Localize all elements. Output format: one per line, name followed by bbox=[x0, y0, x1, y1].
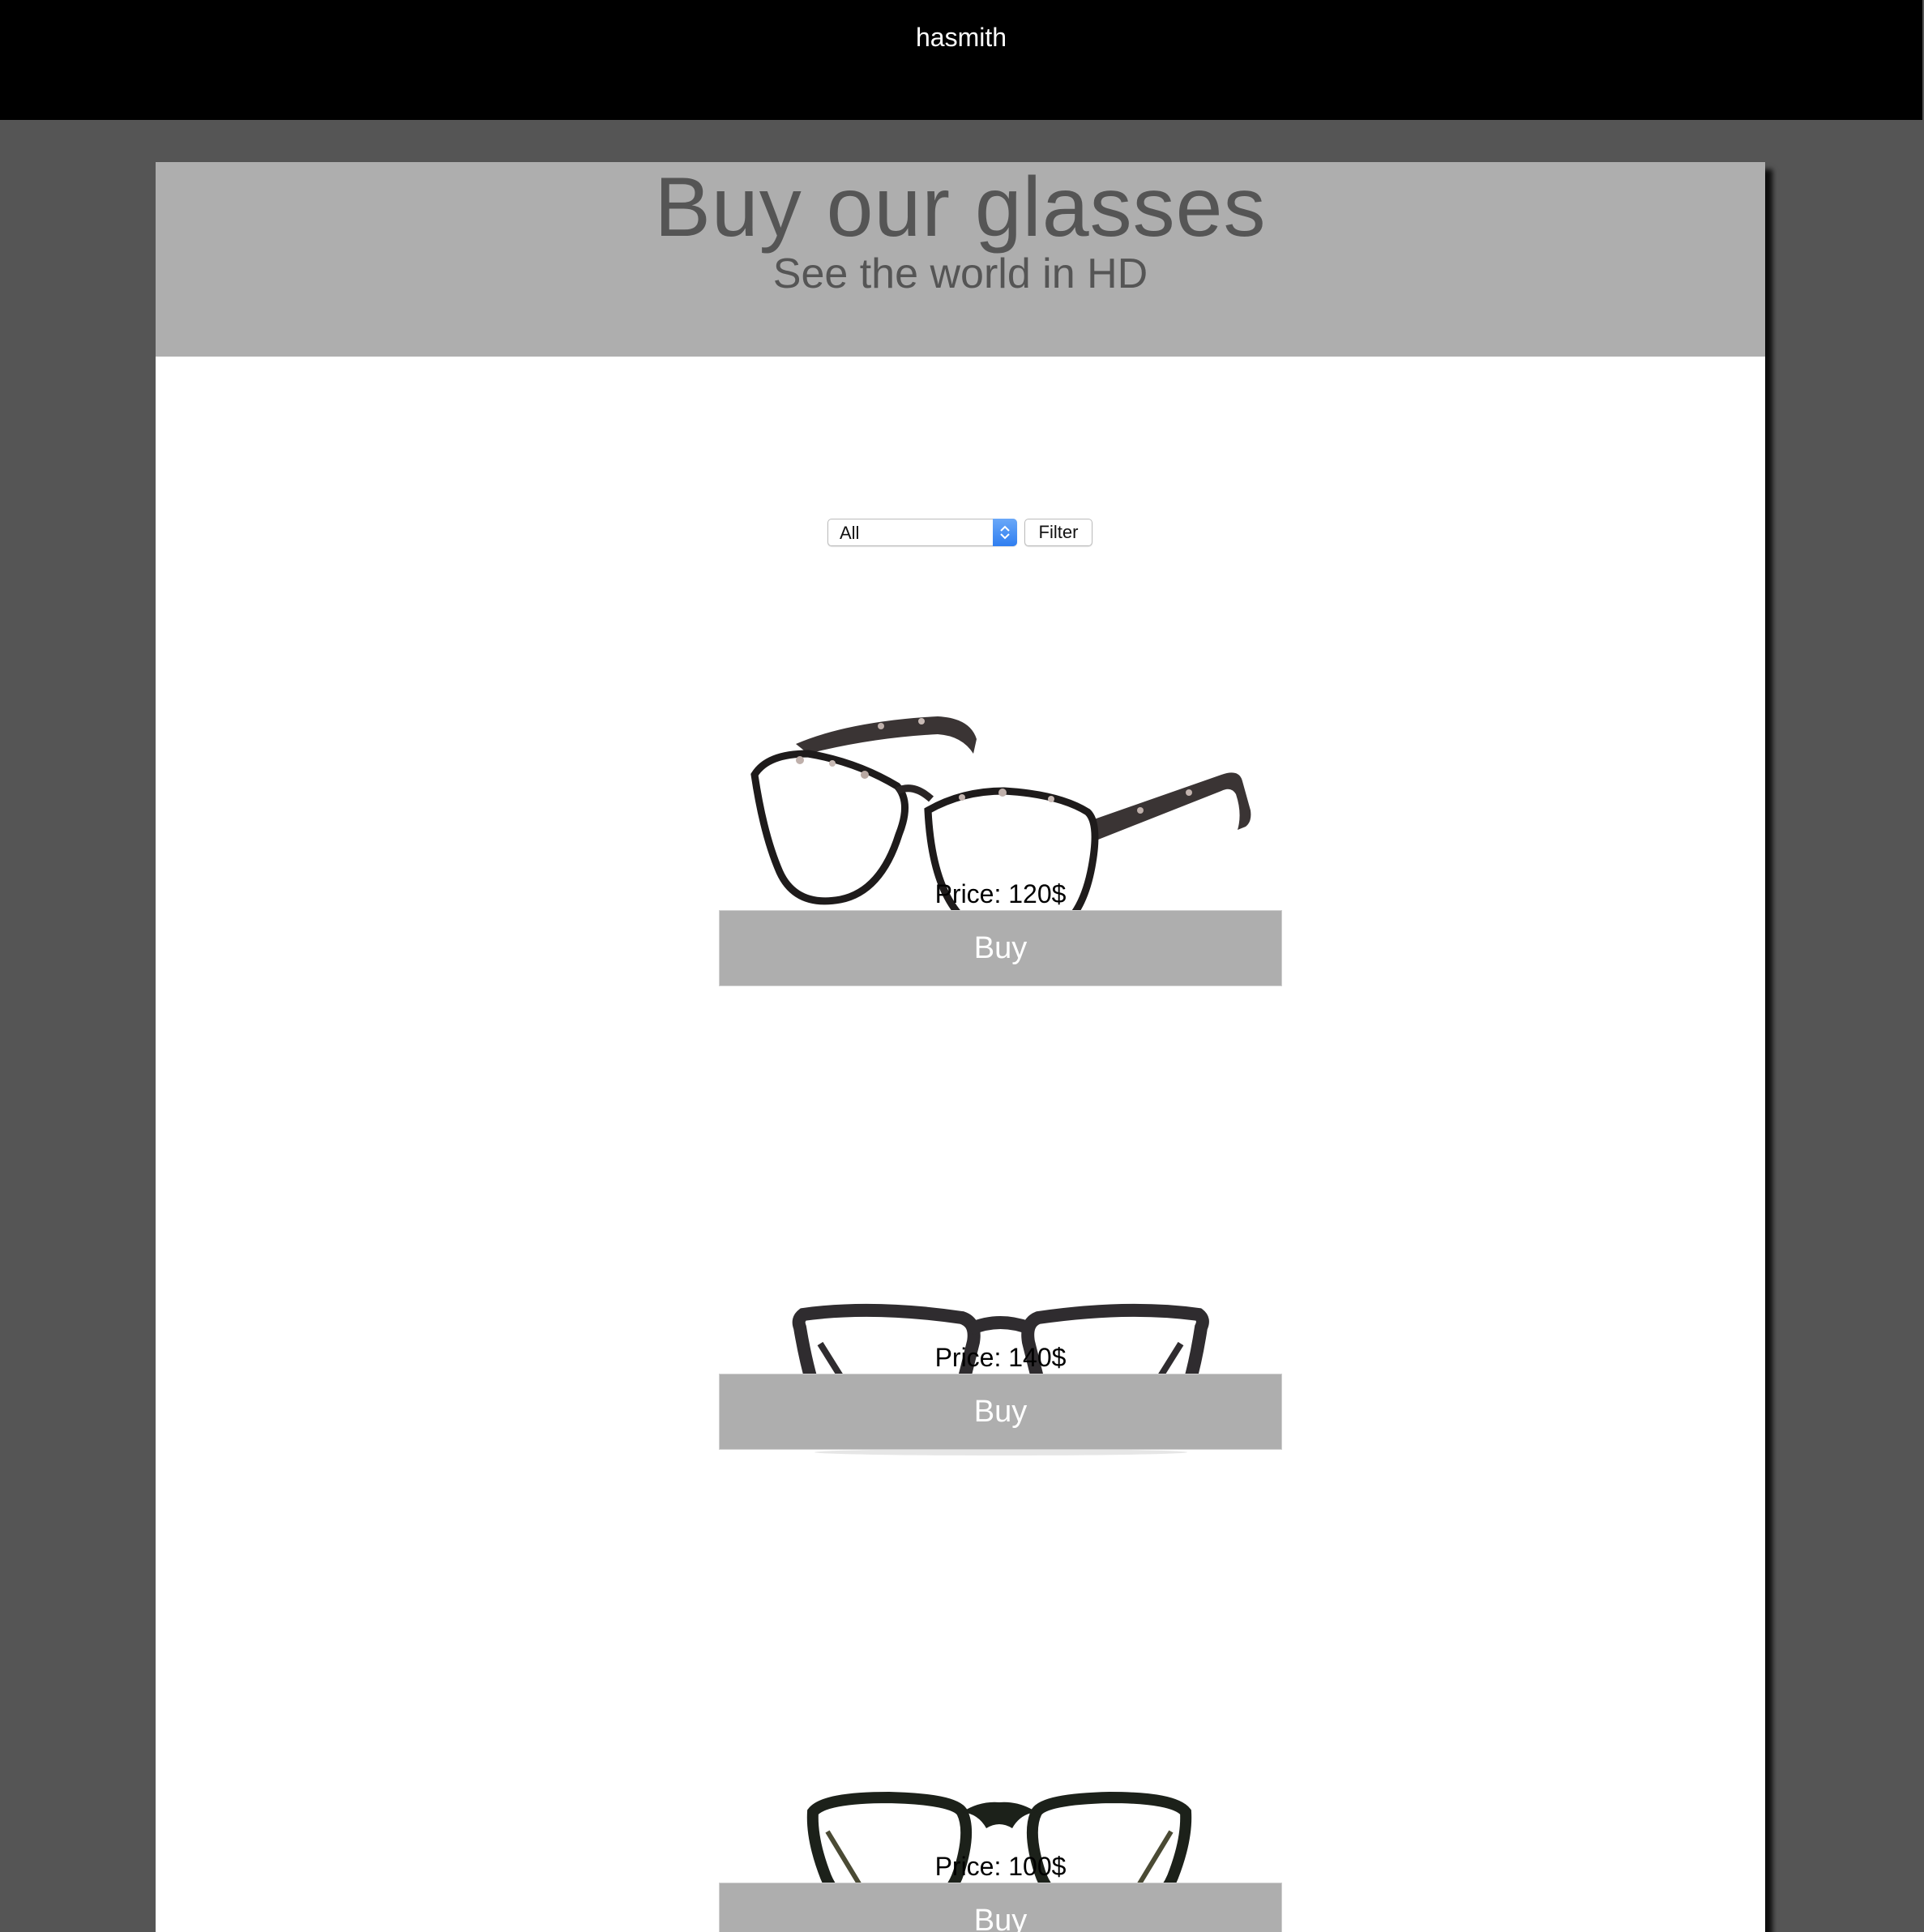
category-select-value: All bbox=[840, 523, 860, 543]
hero-banner: Buy our glasses See the world in HD bbox=[156, 162, 1765, 357]
buy-button[interactable]: Buy bbox=[719, 910, 1282, 986]
page-title: Buy our glasses bbox=[654, 162, 1267, 254]
page-subtitle: See the world in HD bbox=[772, 250, 1148, 297]
filter-button[interactable]: Filter bbox=[1024, 519, 1092, 546]
product-price: Price: 120$ bbox=[934, 879, 1067, 908]
username[interactable]: hasmith bbox=[0, 22, 1922, 53]
buy-button[interactable]: Buy bbox=[719, 1374, 1282, 1450]
product-price: Price: 100$ bbox=[934, 1852, 1067, 1881]
top-bar: hasmith bbox=[0, 0, 1922, 120]
product-price: Price: 140$ bbox=[934, 1343, 1067, 1372]
buy-button[interactable]: Buy bbox=[719, 1883, 1282, 1932]
main-panel: Buy our glasses See the world in HD All … bbox=[156, 162, 1765, 1932]
category-select[interactable]: All bbox=[827, 519, 1017, 546]
select-arrows-icon[interactable] bbox=[993, 519, 1017, 546]
